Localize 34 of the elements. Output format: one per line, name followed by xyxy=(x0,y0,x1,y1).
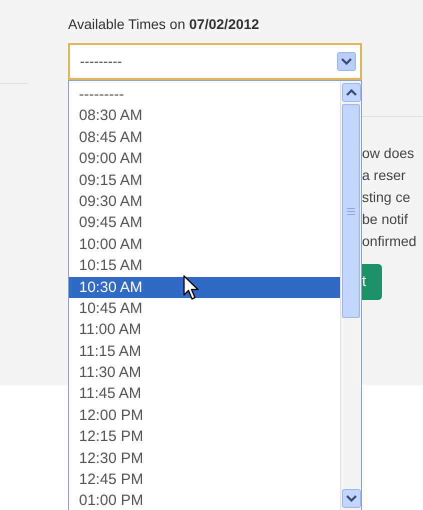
time-option[interactable]: 10:45 AM xyxy=(69,298,340,320)
paragraph-line: ow does xyxy=(362,144,416,163)
time-option[interactable]: 09:45 AM xyxy=(69,212,340,234)
time-option[interactable]: 11:15 AM xyxy=(69,340,340,362)
scroll-down-icon[interactable] xyxy=(342,489,360,508)
time-option[interactable]: 11:30 AM xyxy=(69,362,340,384)
grip-icon xyxy=(347,208,355,214)
time-option[interactable]: 11:00 AM xyxy=(69,319,340,341)
time-option[interactable]: 12:30 PM xyxy=(69,448,340,470)
paragraph-line: sting ce xyxy=(362,188,412,207)
scroll-thumb[interactable] xyxy=(342,104,360,318)
time-option[interactable]: --------- xyxy=(69,84,340,106)
time-option[interactable]: 10:00 AM xyxy=(69,234,340,256)
time-option[interactable]: 09:15 AM xyxy=(69,170,340,191)
time-option[interactable]: 12:45 PM xyxy=(69,469,340,490)
paragraph-line: onfirmed xyxy=(362,232,416,251)
time-option[interactable]: 08:30 AM xyxy=(69,105,340,127)
time-option[interactable]: 12:00 PM xyxy=(69,404,340,426)
time-option[interactable]: 09:30 AM xyxy=(69,190,340,212)
time-option[interactable]: 10:30 AM xyxy=(69,276,340,298)
time-option[interactable]: 11:45 AM xyxy=(69,383,340,405)
date-heading: Available Times on 07/02/2012 xyxy=(68,15,260,34)
paragraph-line: a reser xyxy=(362,166,407,185)
mouse-cursor-icon xyxy=(183,275,201,302)
time-option[interactable]: 10:15 AM xyxy=(69,255,340,277)
time-option[interactable]: 08:45 AM xyxy=(69,126,340,148)
time-select[interactable]: --------- xyxy=(68,43,362,80)
time-option[interactable]: 09:00 AM xyxy=(69,148,340,170)
scrollbar[interactable] xyxy=(340,81,361,510)
paragraph-line: be notif xyxy=(362,210,409,229)
scroll-up-icon[interactable] xyxy=(342,83,360,102)
time-option[interactable]: 01:00 PM xyxy=(69,490,340,510)
submit-button[interactable]: t xyxy=(362,264,382,300)
time-option[interactable]: 12:15 PM xyxy=(69,426,340,448)
